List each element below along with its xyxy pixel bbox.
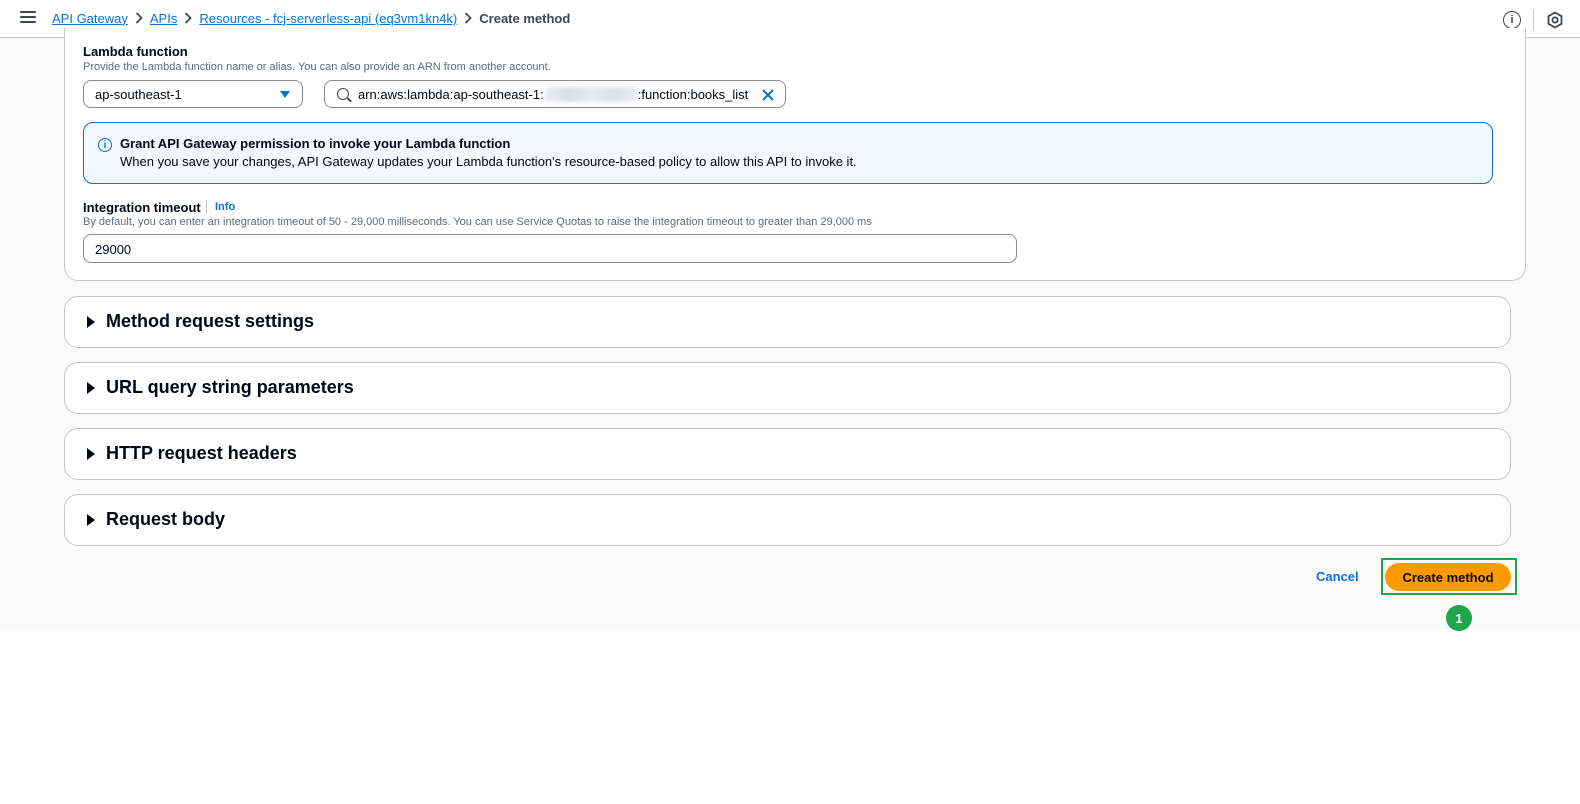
chevron-right-icon <box>177 10 199 26</box>
caret-down-icon <box>280 91 290 98</box>
integration-details-panel: Lambda function Provide the Lambda funct… <box>64 28 1526 281</box>
breadcrumb-api-gateway[interactable]: API Gateway <box>52 11 128 26</box>
integration-timeout-input[interactable]: 29000 <box>83 234 1017 263</box>
section-url-query-string-parameters[interactable]: URL query string parameters <box>64 362 1511 414</box>
section-title: Method request settings <box>106 311 315 331</box>
timeout-info-link[interactable]: Info <box>215 201 235 213</box>
alert-body: When you save your changes, API Gateway … <box>120 154 857 169</box>
integration-timeout-description: By default, you can enter an integration… <box>83 216 872 228</box>
cancel-button[interactable]: Cancel <box>1316 569 1359 584</box>
integration-timeout-label: Integration timeout <box>83 200 201 215</box>
info-icon: i <box>98 138 112 152</box>
create-method-button[interactable]: Create method <box>1385 563 1511 591</box>
redacted-account-id <box>544 87 637 102</box>
section-title: Request body <box>106 509 226 529</box>
lambda-function-label: Lambda function <box>83 44 188 59</box>
section-title: HTTP request headers <box>106 443 297 463</box>
alert-title: Grant API Gateway permission to invoke y… <box>120 136 511 151</box>
divider <box>206 200 207 214</box>
breadcrumb: API Gateway APIs Resources - fcj-serverl… <box>52 10 570 26</box>
step-number-badge: 1 <box>1446 605 1472 631</box>
breadcrumb-current-page: Create method <box>479 10 571 26</box>
hamburger-menu-icon[interactable] <box>20 11 36 25</box>
search-icon <box>337 88 349 100</box>
chevron-right-icon <box>457 10 479 26</box>
section-http-request-headers[interactable]: HTTP request headers <box>64 428 1511 480</box>
lambda-function-description: Provide the Lambda function name or alia… <box>83 61 551 73</box>
arn-prefix: arn:aws:lambda:ap-southeast-1: <box>358 87 544 102</box>
permission-info-alert: i Grant API Gateway permission to invoke… <box>83 122 1493 184</box>
breadcrumb-resources[interactable]: Resources - fcj-serverless-api (eq3vm1kn… <box>199 11 457 26</box>
settings-icon[interactable] <box>1546 11 1564 29</box>
breadcrumb-apis[interactable]: APIs <box>150 11 177 26</box>
divider <box>1533 9 1534 31</box>
section-title: URL query string parameters <box>106 377 354 397</box>
lambda-arn-value: arn:aws:lambda:ap-southeast-1: :function… <box>358 87 748 102</box>
arn-suffix: :function:books_list <box>637 87 749 102</box>
caret-right-icon <box>87 448 95 460</box>
caret-right-icon <box>87 316 95 328</box>
chevron-right-icon <box>128 10 150 26</box>
caret-right-icon <box>87 514 95 526</box>
region-select[interactable]: ap-southeast-1 <box>83 80 303 108</box>
section-request-body[interactable]: Request body <box>64 494 1511 546</box>
clear-icon[interactable] <box>761 88 775 102</box>
section-method-request-settings[interactable]: Method request settings <box>64 296 1511 348</box>
main-content: Lambda function Provide the Lambda funct… <box>0 28 1580 631</box>
lambda-arn-input[interactable]: arn:aws:lambda:ap-southeast-1: :function… <box>324 80 786 108</box>
caret-right-icon <box>87 382 95 394</box>
region-value: ap-southeast-1 <box>95 87 182 102</box>
info-circle-icon[interactable]: i <box>1503 11 1521 29</box>
